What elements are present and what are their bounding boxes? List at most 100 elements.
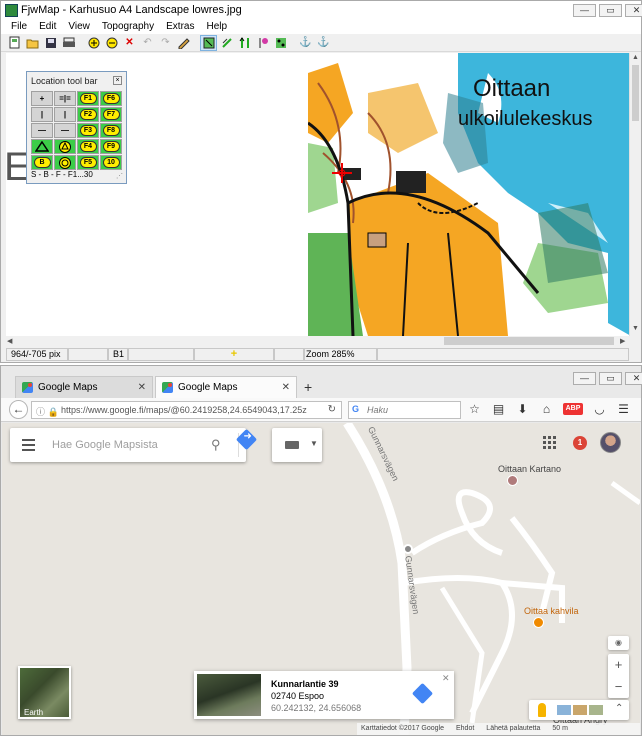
close-button[interactable]: ✕ [625,372,642,385]
imagery-thumb-1[interactable] [557,705,571,715]
directions-icon[interactable] [411,682,434,705]
f5-button[interactable]: F5 [77,155,99,170]
google-apps-icon[interactable] [543,436,556,449]
anchor-gray-icon[interactable]: ⚓ [315,35,332,51]
menu-edit[interactable]: Edit [33,20,62,34]
back-button[interactable]: ← [9,400,28,419]
finish-circle-icon[interactable] [54,155,76,170]
f1-button[interactable]: F1 [77,91,99,106]
pocket-icon[interactable]: ◡ [592,402,607,416]
url-text[interactable]: https://www.google.fi/maps/@60.2419258,2… [61,405,307,415]
grid-points-icon[interactable] [272,35,289,51]
scroll-right-icon[interactable]: ▶ [620,337,625,345]
google-map[interactable]: Hae Google Mapsista ⚲ ▼ 1 Gunnarsvägen G… [2,423,640,735]
f10-button[interactable]: 10 [100,155,122,170]
bookmark-star-icon[interactable]: ☆ [467,402,482,416]
horizontal-scrollbar[interactable]: ◀ ▶ [6,336,629,346]
chevron-down-icon[interactable]: ▼ [310,439,318,448]
bar2-button[interactable]: | [54,107,76,122]
redo-icon[interactable]: ↷ [157,35,174,51]
f8-button[interactable]: F8 [100,123,122,138]
zoom-in-button[interactable]: + [608,654,629,676]
menu-view[interactable]: View [62,20,96,34]
download-icon[interactable]: ⬇ [515,402,530,416]
url-bar[interactable]: ⓘ 🔒 https://www.google.fi/maps/@60.24192… [31,401,342,419]
notification-badge[interactable]: 1 [573,436,587,450]
location-info-card[interactable]: Kunnarlantie 39 02740 Espoo 60.242132, 2… [194,671,454,719]
cafe-pin-icon[interactable] [533,617,544,628]
menu-file[interactable]: File [5,20,33,34]
print-icon[interactable] [60,35,77,51]
zoom-in-icon[interactable] [85,35,102,51]
delete-icon[interactable]: ✕ [121,35,138,51]
imagery-thumb-3[interactable] [589,705,603,715]
location-toolbar[interactable]: Location tool bar × + =|= F1 F6 | | F2 F… [26,71,127,184]
maps-search-placeholder[interactable]: Hae Google Mapsista [52,439,158,451]
close-icon[interactable]: ✕ [442,673,450,684]
anchor-icon[interactable]: ⚓ [297,35,314,51]
marker-pink-icon[interactable] [254,35,271,51]
f7-button[interactable]: F7 [100,107,122,122]
scroll-left-icon[interactable]: ◀ [7,337,12,345]
place-oittaan-kartano[interactable]: Oittaan Kartano [498,464,561,474]
maximize-button[interactable]: ▭ [599,372,622,385]
draw-line-icon[interactable] [218,35,235,51]
new-file-icon[interactable] [6,35,23,51]
f4-button[interactable]: F4 [77,139,99,154]
keyboard-button[interactable]: ▼ [272,428,322,462]
map-select-icon[interactable] [200,34,217,51]
menu-extras[interactable]: Extras [160,20,200,34]
save-icon[interactable] [42,35,59,51]
my-location-icon[interactable]: ◉ [608,636,629,650]
zoom-out-icon[interactable] [103,35,120,51]
tab-google-maps-1[interactable]: Google Maps ✕ [15,376,153,398]
info-coordinates[interactable]: 60.242132, 24.656068 [271,703,361,713]
earth-view-toggle[interactable]: Earth [18,666,71,719]
new-tab-button[interactable]: + [304,379,312,395]
adblock-icon[interactable]: ABP [563,403,583,415]
minimize-button[interactable]: — [573,4,596,17]
site-info-icon[interactable]: ⓘ 🔒 [36,405,59,418]
pencil-icon[interactable] [175,35,192,51]
tab-close-icon[interactable]: ✕ [282,382,290,393]
tab-google-maps-2[interactable]: Google Maps ✕ [155,376,297,398]
f3-button[interactable]: F3 [77,123,99,138]
start-cross-button[interactable]: + [31,91,53,106]
avatar[interactable] [600,432,621,453]
maps-search-box[interactable]: Hae Google Mapsista ⚲ [10,428,246,462]
resize-grip-icon[interactable]: ⋰ [116,172,123,180]
open-folder-icon[interactable] [24,35,41,51]
gate-button[interactable]: =|= [54,91,76,106]
f6-button[interactable]: F6 [100,91,122,106]
menu-icon[interactable]: ☰ [616,402,631,416]
vertical-scroll-thumb[interactable] [632,65,639,121]
horizontal-scroll-thumb[interactable] [444,337,614,345]
bar-button[interactable]: | [31,107,53,122]
hamburger-menu-icon[interactable] [22,439,35,454]
chevron-up-icon[interactable]: ⌃ [615,703,623,714]
place-oittaa-kahvila[interactable]: Oittaa kahvila [524,606,579,616]
search-bar[interactable]: G Haku [348,401,461,419]
street-view-thumbnail[interactable] [197,674,261,716]
undo-icon[interactable]: ↶ [139,35,156,51]
b-button[interactable]: B [31,155,53,170]
control-arrows-icon[interactable] [236,35,253,51]
triangle-start-icon[interactable] [31,139,53,154]
triangle-circle-icon[interactable] [54,139,76,154]
footer-terms[interactable]: Ehdot [456,723,474,735]
pegman-icon[interactable] [538,703,546,717]
home-icon[interactable]: ⌂ [539,402,554,416]
landmark-pin-icon[interactable] [507,475,518,486]
scroll-down-icon[interactable]: ▼ [632,325,639,332]
close-button[interactable]: ✕ [625,4,642,17]
clipboard-icon[interactable]: ▤ [491,402,506,416]
search-placeholder[interactable]: Haku [367,405,388,415]
dash2-button[interactable]: — [54,123,76,138]
imagery-thumb-2[interactable] [573,705,587,715]
f2-button[interactable]: F2 [77,107,99,122]
menu-help[interactable]: Help [200,20,233,34]
vertical-scrollbar[interactable]: ▲ ▼ [629,53,640,336]
reload-icon[interactable]: ↻ [328,404,336,415]
dash-button[interactable]: — [31,123,53,138]
scroll-up-icon[interactable]: ▲ [632,54,639,61]
